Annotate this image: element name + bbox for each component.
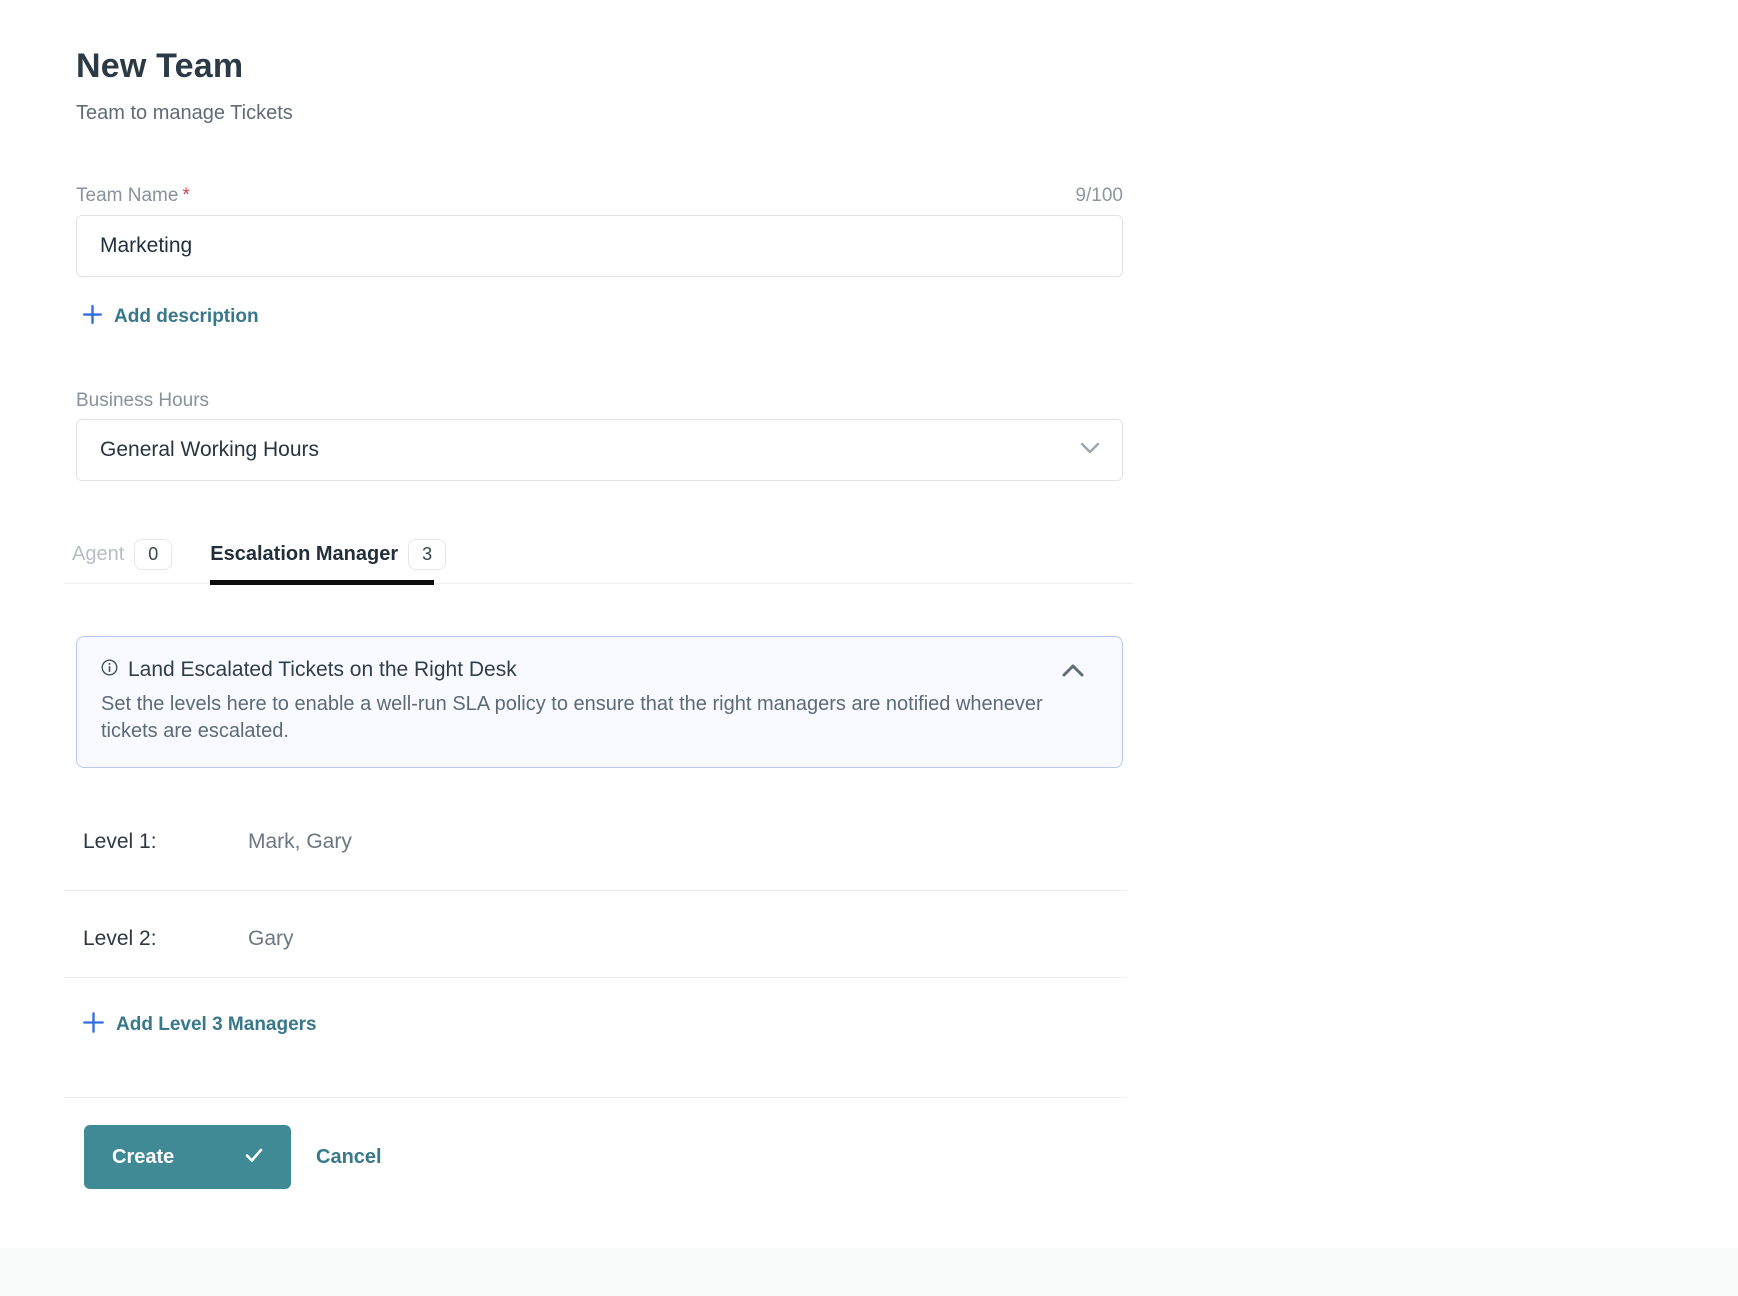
char-counter: 9/100 bbox=[1075, 185, 1123, 207]
level-2-row: Level 2: Gary bbox=[64, 891, 1127, 978]
level-1-row: Level 1: Mark, Gary bbox=[64, 768, 1127, 891]
chevron-down-icon bbox=[1080, 441, 1100, 459]
plus-icon bbox=[83, 305, 102, 329]
escalation-info-header: Land Escalated Tickets on the Right Desk bbox=[101, 655, 1098, 685]
escalation-levels: Level 1: Mark, Gary Level 2: Gary bbox=[64, 768, 1127, 978]
chevron-up-icon[interactable] bbox=[1048, 662, 1098, 679]
tab-agent[interactable]: Agent 0 bbox=[72, 539, 172, 583]
create-button[interactable]: Create bbox=[84, 1125, 291, 1189]
level-2-label: Level 2: bbox=[83, 927, 248, 951]
level-1-managers: Mark, Gary bbox=[248, 830, 352, 854]
form-actions: Create Cancel bbox=[84, 1125, 1123, 1189]
add-description-label: Add description bbox=[114, 306, 259, 328]
level-2-managers: Gary bbox=[248, 927, 294, 951]
add-level-3-managers-label: Add Level 3 Managers bbox=[116, 1014, 317, 1036]
page-title: New Team bbox=[76, 44, 1123, 88]
info-icon bbox=[101, 659, 118, 681]
tab-agent-label: Agent bbox=[72, 543, 124, 566]
tab-escalation-manager-count-badge: 3 bbox=[408, 539, 446, 570]
team-name-input[interactable] bbox=[76, 215, 1123, 277]
check-icon bbox=[245, 1146, 263, 1169]
business-hours-selected-value: General Working Hours bbox=[100, 438, 319, 462]
info-panel-title: Land Escalated Tickets on the Right Desk bbox=[128, 655, 517, 685]
footer-band bbox=[0, 1248, 1738, 1296]
create-button-label: Create bbox=[112, 1146, 174, 1169]
member-tabs: Agent 0 Escalation Manager 3 bbox=[64, 539, 1133, 584]
add-level-3-managers-link[interactable]: Add Level 3 Managers bbox=[83, 1012, 317, 1038]
level-1-label: Level 1: bbox=[83, 830, 248, 854]
new-team-form: New Team Team to manage Tickets Team Nam… bbox=[76, 0, 1123, 1189]
tab-agent-count-badge: 0 bbox=[134, 539, 172, 570]
tab-escalation-manager-label: Escalation Manager bbox=[210, 543, 398, 566]
business-hours-select[interactable]: General Working Hours bbox=[76, 419, 1123, 481]
tab-escalation-manager[interactable]: Escalation Manager 3 bbox=[210, 539, 446, 583]
info-panel-body: Set the levels here to enable a well-run… bbox=[101, 691, 1051, 745]
required-asterisk: * bbox=[182, 185, 189, 206]
divider bbox=[64, 1097, 1127, 1098]
escalation-info-panel: Land Escalated Tickets on the Right Desk… bbox=[76, 636, 1123, 768]
plus-icon bbox=[83, 1012, 104, 1038]
page-subtitle: Team to manage Tickets bbox=[76, 100, 1123, 126]
cancel-button[interactable]: Cancel bbox=[316, 1146, 382, 1169]
business-hours-label: Business Hours bbox=[76, 389, 1123, 413]
team-name-label: Team Name* bbox=[76, 184, 190, 208]
team-name-field-header: Team Name* 9/100 bbox=[76, 184, 1123, 208]
add-description-link[interactable]: Add description bbox=[83, 305, 259, 329]
